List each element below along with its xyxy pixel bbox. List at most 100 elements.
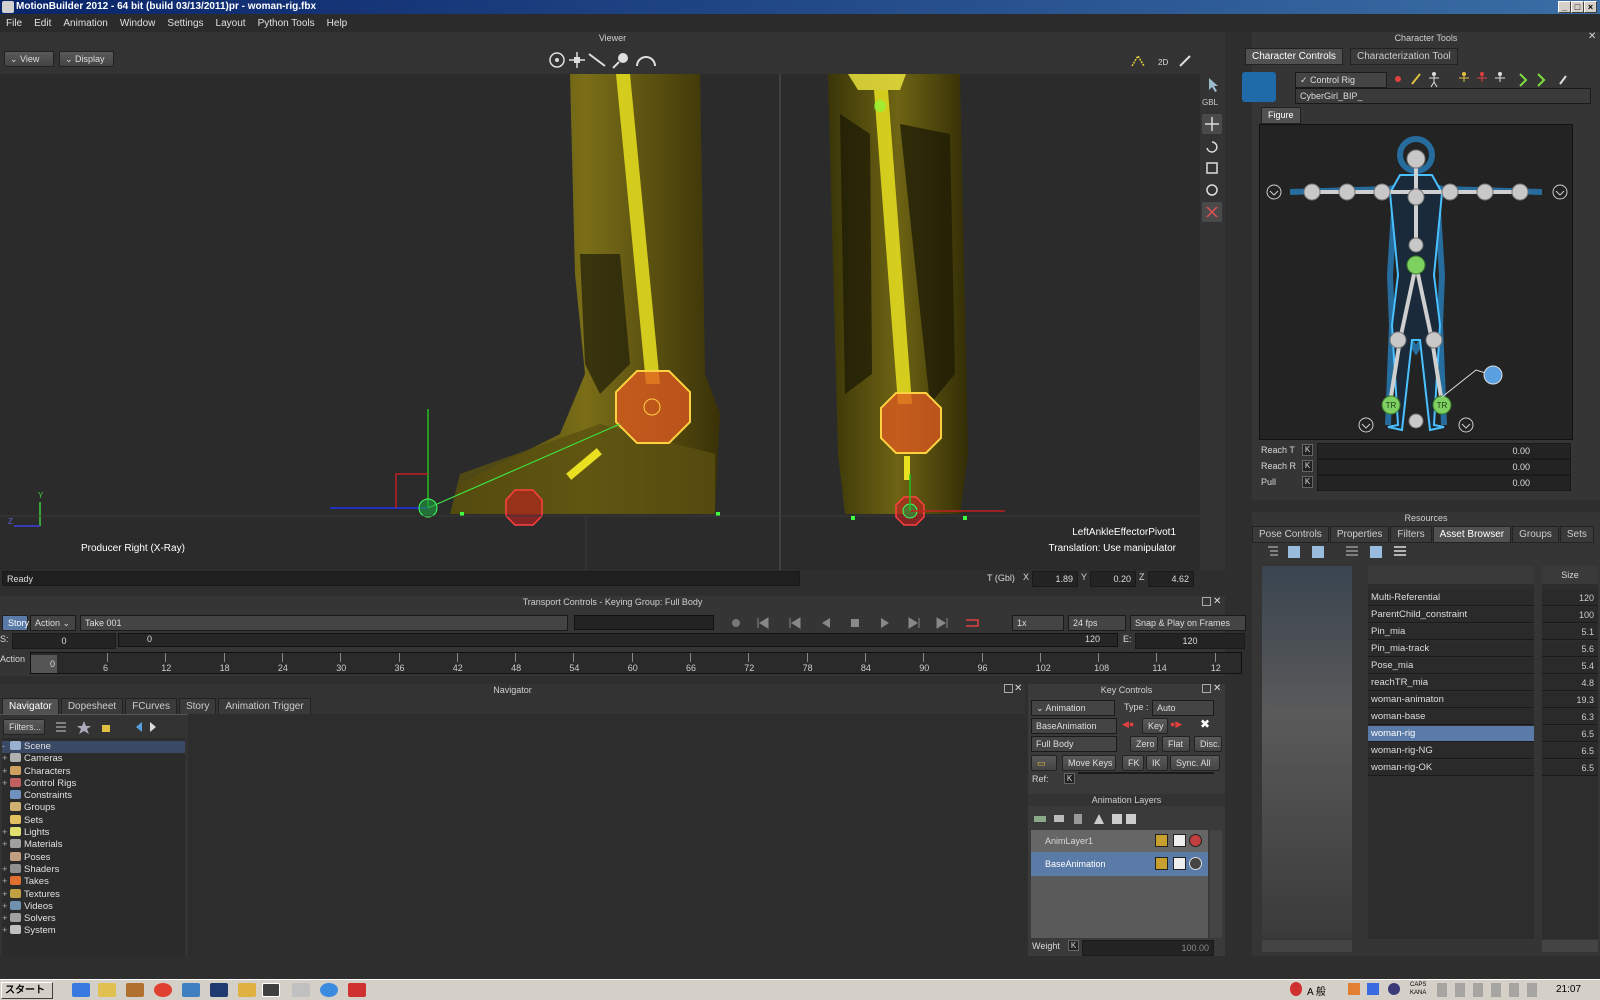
asset-item[interactable]: Pin_mia: [1368, 624, 1534, 640]
key-button[interactable]: Key: [1142, 718, 1168, 734]
start-frame-field[interactable]: 0: [12, 633, 116, 649]
start-button[interactable]: スタート: [1, 982, 53, 999]
time-slider[interactable]: 0 120: [118, 633, 1118, 647]
size-scrollbar[interactable]: [1542, 940, 1598, 952]
reach-r-slider[interactable]: 0.00: [1317, 459, 1571, 475]
animation-mode-dropdown[interactable]: ⌄ Animation: [1031, 700, 1115, 716]
merge-layer-icon[interactable]: [1094, 814, 1104, 824]
goto-end-icon[interactable]: [936, 617, 948, 629]
layer-mute-icon[interactable]: [1189, 834, 1202, 847]
expand-toggle-icon[interactable]: -: [2, 741, 10, 753]
tab-character-controls[interactable]: Character Controls: [1245, 48, 1343, 65]
expand-toggle-icon[interactable]: +: [2, 827, 10, 839]
duplicate-layer-icon[interactable]: [1054, 815, 1064, 822]
window-icon[interactable]: [182, 983, 200, 997]
tray-icons[interactable]: [1437, 983, 1537, 997]
panel-close-icon[interactable]: ✕: [1213, 596, 1221, 607]
orbit-icon[interactable]: [549, 52, 565, 68]
expand-toggle-icon[interactable]: +: [2, 925, 10, 937]
app-icon-2[interactable]: [238, 983, 256, 997]
z-value-field[interactable]: 4.62: [1148, 571, 1194, 587]
tree-item[interactable]: + Videos: [2, 900, 185, 913]
tree-item[interactable]: + Shaders: [2, 863, 185, 876]
tree-item[interactable]: + System: [2, 925, 185, 937]
ghost-toggle-icon[interactable]: ▭: [1031, 755, 1057, 771]
layer-mute-icon[interactable]: [1189, 857, 1202, 870]
tab-filters[interactable]: Filters: [1390, 526, 1432, 543]
list-icon[interactable]: [1346, 546, 1358, 556]
timeline-mini-view[interactable]: [574, 615, 714, 630]
zero-button[interactable]: Zero: [1130, 736, 1158, 752]
mirror-icon[interactable]: [1519, 73, 1528, 87]
thumbnail-icon[interactable]: [1394, 546, 1406, 556]
translate-icon[interactable]: [569, 52, 585, 68]
play-icon[interactable]: [881, 618, 889, 628]
forward-arrow-icon[interactable]: [150, 722, 156, 732]
prev-key-button[interactable]: ◀●: [1122, 719, 1134, 730]
list-view-icon[interactable]: [56, 722, 66, 732]
tree-item[interactable]: Constraints: [2, 790, 185, 802]
navigator-close-icon[interactable]: ✕: [1014, 683, 1022, 694]
action-dropdown[interactable]: Action ⌄: [30, 615, 76, 631]
pull-key[interactable]: K: [1302, 476, 1313, 488]
body-part-key-icon[interactable]: [1411, 73, 1421, 85]
tree-item[interactable]: + Lights: [2, 827, 185, 839]
expand-toggle-icon[interactable]: +: [2, 839, 10, 851]
asset-item[interactable]: reachTR_mia: [1368, 675, 1534, 691]
chartools-close-icon[interactable]: ✕: [1588, 31, 1596, 42]
goto-start-icon[interactable]: [757, 617, 769, 629]
tab-groups[interactable]: Groups: [1512, 526, 1559, 543]
layer-lock-icon[interactable]: [1155, 857, 1168, 870]
snap-dropdown[interactable]: Snap & Play on Frames: [1130, 615, 1246, 631]
menu-settings[interactable]: Settings: [161, 18, 209, 29]
layer-row[interactable]: AnimLayer1: [1031, 830, 1208, 852]
star-filter-icon[interactable]: [77, 721, 91, 734]
expand-toggle-icon[interactable]: +: [2, 876, 10, 888]
tree-item[interactable]: + Takes: [2, 876, 185, 888]
reach-handle-icon[interactable]: [1483, 365, 1503, 385]
layer-stack-icon[interactable]: [1112, 814, 1136, 824]
tree-item[interactable]: + Textures: [2, 888, 185, 901]
app-icon-4[interactable]: [320, 983, 338, 997]
type-dropdown[interactable]: Auto: [1152, 700, 1214, 716]
split-view-icon[interactable]: [1288, 546, 1300, 558]
end-frame-field[interactable]: 120: [1135, 633, 1245, 649]
pin-rotate-icon[interactable]: [1477, 72, 1487, 82]
ref-field[interactable]: [1078, 772, 1214, 774]
tray-icon-2[interactable]: [1367, 983, 1379, 995]
layer-lock-icon[interactable]: [1155, 834, 1168, 847]
filters-button[interactable]: Filters...: [3, 719, 45, 735]
tab-dopesheet[interactable]: Dopesheet: [60, 698, 124, 715]
fk-button[interactable]: FK: [1122, 755, 1144, 771]
undo-arc-icon[interactable]: [636, 56, 656, 67]
tab-sets[interactable]: Sets: [1559, 526, 1594, 543]
tree-item[interactable]: + Characters: [2, 765, 185, 778]
expand-toggle-icon[interactable]: +: [2, 901, 10, 913]
tree-item[interactable]: + Control Rigs: [2, 777, 185, 790]
full-body-key-icon[interactable]: [1395, 76, 1401, 82]
tree-item[interactable]: - Scene: [2, 741, 185, 754]
lock-icon[interactable]: [102, 725, 110, 732]
asset-item[interactable]: Pin_mia-track: [1368, 641, 1534, 657]
expand-toggle-icon[interactable]: +: [2, 889, 10, 901]
app-icon-5[interactable]: [348, 983, 366, 997]
layer-solo-icon[interactable]: [1173, 857, 1186, 870]
pivot-icon[interactable]: [1202, 202, 1222, 222]
layers-scrollbar[interactable]: [1210, 830, 1222, 938]
pull-slider[interactable]: 0.00: [1317, 475, 1571, 491]
navigator-float-icon[interactable]: [1004, 684, 1013, 693]
select-arrow-icon[interactable]: [1204, 76, 1222, 92]
reach-t-slider[interactable]: 0.00: [1317, 443, 1571, 459]
back-arrow-icon[interactable]: [136, 722, 142, 732]
viewport[interactable]: Y Z Producer Right (X-Ray) LeftAnkleEffe…: [0, 74, 1200, 570]
layer-dropdown[interactable]: BaseAnimation: [1031, 718, 1117, 734]
ie-icon[interactable]: [72, 983, 90, 997]
x-value-field[interactable]: 1.89: [1032, 571, 1078, 587]
flat-button[interactable]: Flat: [1162, 736, 1190, 752]
asset-item[interactable]: woman-rig-OK: [1368, 760, 1534, 776]
move-icon[interactable]: [1202, 114, 1222, 134]
reach-icon[interactable]: [1495, 72, 1505, 82]
expand-toggle-icon[interactable]: +: [2, 778, 10, 790]
tab-properties[interactable]: Properties: [1329, 526, 1390, 543]
asset-item[interactable]: ParentChild_constraint: [1368, 607, 1534, 623]
